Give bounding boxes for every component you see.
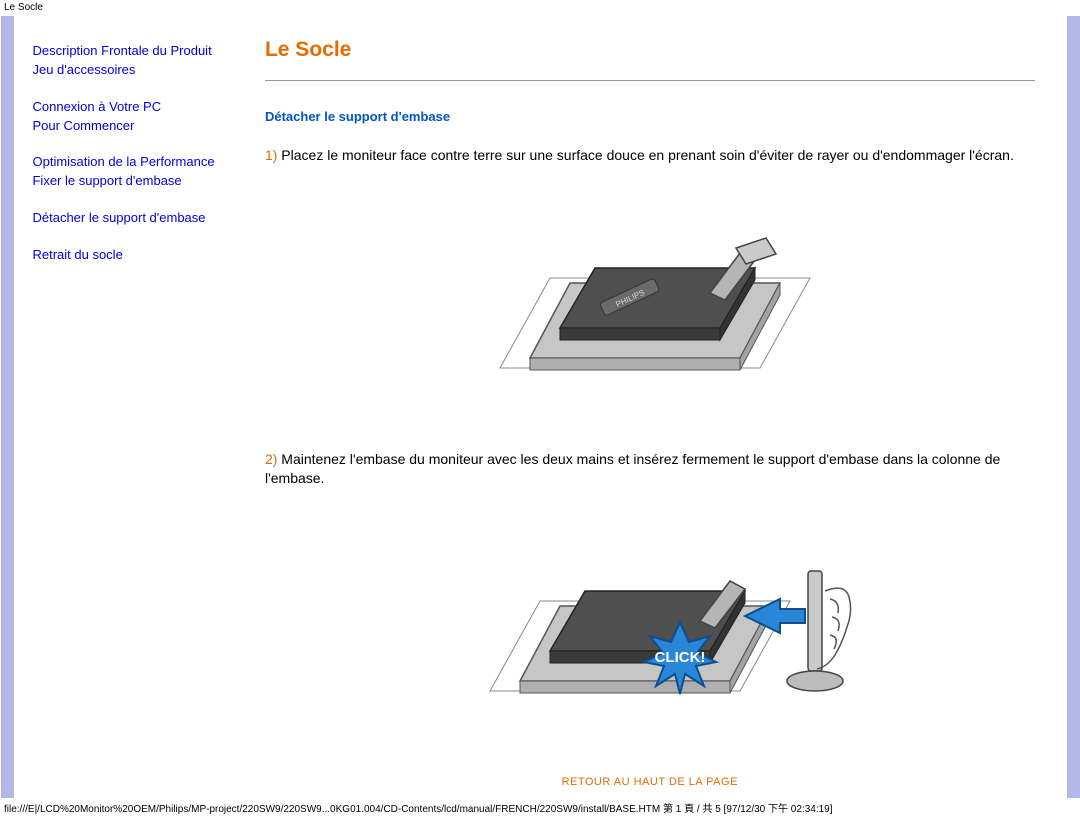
step2-text: 2) Maintenez l'embase du moniteur avec l…: [265, 450, 1035, 489]
sidebar-group-5: Retrait du socle: [32, 246, 230, 265]
monitor-attach-base-icon: CLICK!: [480, 521, 860, 731]
sidebar-link-description[interactable]: Description Frontale du Produit: [32, 42, 230, 61]
sidebar-link-fix-base[interactable]: Fixer le support d'embase: [32, 172, 230, 191]
left-stripe: [1, 16, 14, 798]
monitor-facedown-icon: PHILIPS: [480, 198, 820, 408]
step1-body: Placez le moniteur face contre terre sur…: [277, 147, 1013, 163]
sidebar-link-remove-stand[interactable]: Retrait du socle: [32, 246, 230, 265]
top-bar: Le Socle: [0, 0, 1080, 16]
sidebar-link-optimization[interactable]: Optimisation de la Performance: [32, 153, 230, 172]
sidebar-group-3: Optimisation de la Performance Fixer le …: [32, 153, 230, 191]
sidebar-link-connect-pc[interactable]: Connexion à Votre PC: [32, 98, 230, 117]
page-wrap: Description Frontale du Produit Jeu d'ac…: [0, 16, 1080, 798]
page-title: Le Socle: [265, 38, 1035, 62]
figure-step2: CLICK!: [480, 521, 820, 731]
sidebar-group-2: Connexion à Votre PC Pour Commencer: [32, 98, 230, 136]
sidebar: Description Frontale du Produit Jeu d'ac…: [14, 16, 242, 798]
sidebar-group-1: Description Frontale du Produit Jeu d'ac…: [32, 42, 230, 80]
footer-path: file:///E|/LCD%20Monitor%20OEM/Philips/M…: [0, 798, 1080, 817]
sidebar-link-detach-base[interactable]: Détacher le support d'embase: [32, 209, 230, 228]
return-to-top-link[interactable]: RETOUR AU HAUT DE LA PAGE: [562, 776, 738, 788]
step1-text: 1) Placez le moniteur face contre terre …: [265, 146, 1035, 166]
sidebar-link-accessories[interactable]: Jeu d'accessoires: [32, 61, 230, 80]
right-stripe: [1067, 16, 1080, 798]
step1-number: 1): [265, 147, 277, 163]
section-heading: Détacher le support d'embase: [265, 109, 1035, 124]
content: Le Socle Détacher le support d'embase 1)…: [243, 16, 1067, 798]
sidebar-group-4: Détacher le support d'embase: [32, 209, 230, 228]
sidebar-link-get-started[interactable]: Pour Commencer: [32, 117, 230, 136]
figure-step1: PHILIPS: [480, 198, 820, 408]
divider: [265, 80, 1035, 81]
step2-number: 2): [265, 451, 277, 467]
svg-text:CLICK!: CLICK!: [654, 649, 705, 666]
step2-body: Maintenez l'embase du moniteur avec les …: [265, 451, 1000, 487]
return-to-top: RETOUR AU HAUT DE LA PAGE: [265, 773, 1035, 788]
